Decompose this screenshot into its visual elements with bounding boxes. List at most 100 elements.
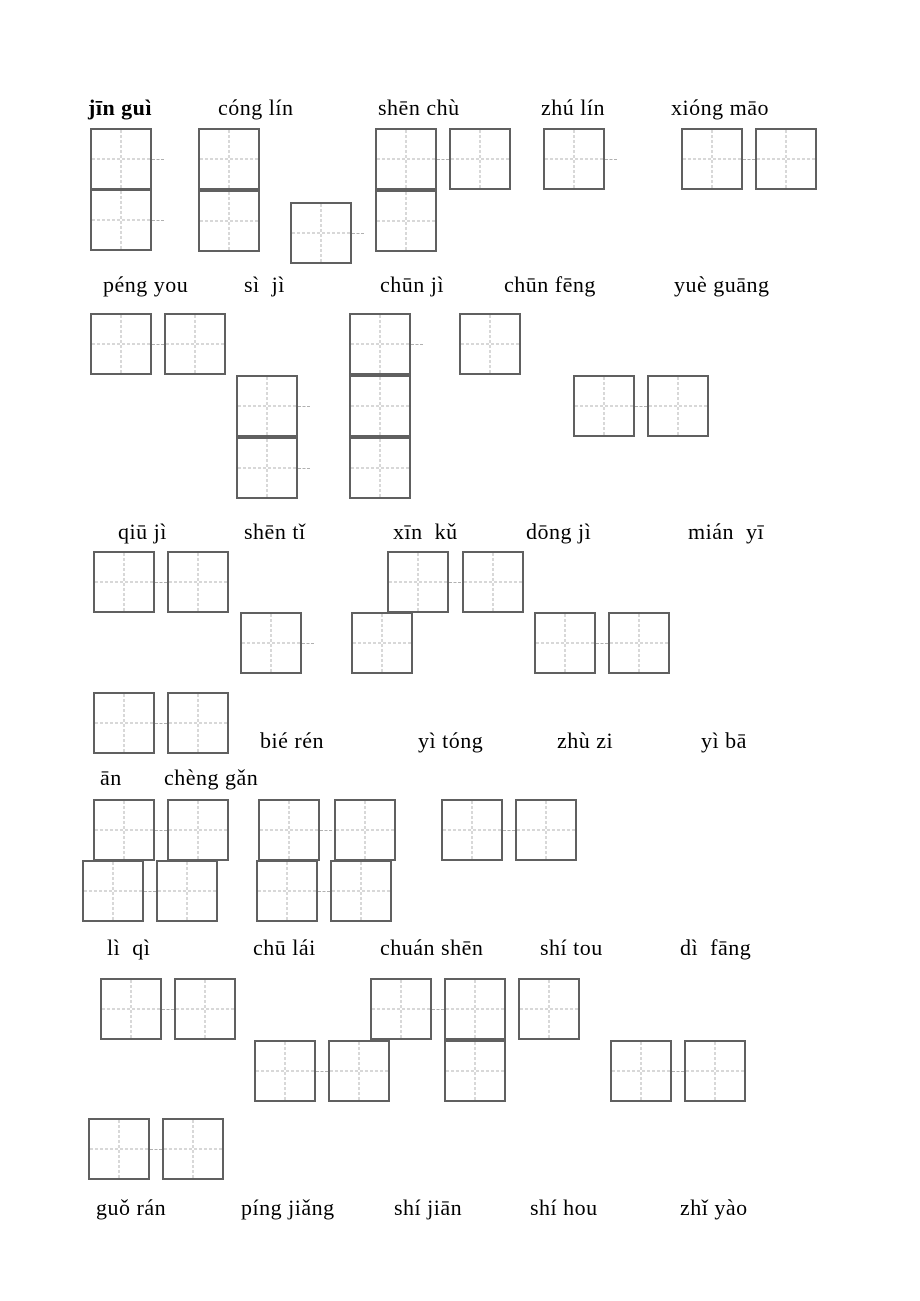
writing-box[interactable]	[441, 799, 503, 861]
writing-box[interactable]	[449, 128, 511, 190]
writing-box[interactable]	[387, 551, 449, 613]
writing-box[interactable]	[290, 202, 352, 264]
writing-box[interactable]	[174, 978, 236, 1040]
box-join	[318, 891, 330, 892]
box-join	[605, 159, 617, 160]
writing-box[interactable]	[684, 1040, 746, 1102]
writing-box[interactable]	[93, 692, 155, 754]
writing-box[interactable]	[334, 799, 396, 861]
box-join	[152, 220, 164, 221]
pinyin-xin-ku: xīn kǔ	[393, 519, 458, 545]
writing-box[interactable]	[167, 692, 229, 754]
writing-box[interactable]	[88, 1118, 150, 1180]
writing-box[interactable]	[167, 551, 229, 613]
writing-box[interactable]	[90, 313, 152, 375]
pinyin-yue-guang: yuè guāng	[674, 272, 770, 298]
writing-box[interactable]	[90, 128, 152, 190]
box-join	[155, 830, 167, 831]
writing-box[interactable]	[349, 437, 411, 499]
writing-box[interactable]	[328, 1040, 390, 1102]
pinyin-cong-lin: cóng lín	[218, 95, 294, 121]
pinyin-qiu-ji: qiū jì	[118, 519, 167, 545]
writing-box[interactable]	[462, 551, 524, 613]
writing-box[interactable]	[375, 128, 437, 190]
writing-box[interactable]	[755, 128, 817, 190]
box-join	[449, 582, 461, 583]
writing-box[interactable]	[681, 128, 743, 190]
box-join	[437, 159, 449, 160]
writing-box[interactable]	[93, 799, 155, 861]
writing-box[interactable]	[93, 551, 155, 613]
pinyin-dong-ji: dōng jì	[526, 519, 591, 545]
pinyin-li-qi: lì qì	[107, 935, 150, 961]
writing-box[interactable]	[375, 190, 437, 252]
pinyin-shi-hou: shí hou	[530, 1195, 598, 1221]
writing-box[interactable]	[349, 375, 411, 437]
pinyin-peng-you: péng you	[103, 272, 188, 298]
pinyin-chuan-shen: chuán shēn	[380, 935, 483, 961]
writing-box[interactable]	[610, 1040, 672, 1102]
pinyin-guo-ran: guǒ rán	[96, 1195, 166, 1221]
pinyin-xiong-mao: xióng māo	[671, 95, 769, 121]
writing-box[interactable]	[349, 313, 411, 375]
writing-box[interactable]	[164, 313, 226, 375]
writing-box[interactable]	[82, 860, 144, 922]
writing-box[interactable]	[515, 799, 577, 861]
writing-box[interactable]	[167, 799, 229, 861]
box-join	[596, 643, 608, 644]
writing-box[interactable]	[162, 1118, 224, 1180]
pinyin-yi-tong: yì tóng	[418, 728, 483, 754]
writing-box[interactable]	[198, 128, 260, 190]
writing-box[interactable]	[573, 375, 635, 437]
box-join	[155, 582, 167, 583]
writing-box[interactable]	[330, 860, 392, 922]
writing-box[interactable]	[518, 978, 580, 1040]
writing-box[interactable]	[444, 1040, 506, 1102]
box-join	[152, 159, 164, 160]
writing-box[interactable]	[370, 978, 432, 1040]
box-join	[635, 406, 647, 407]
pinyin-yi-ba: yì bā	[701, 728, 747, 754]
box-join	[150, 1149, 162, 1150]
writing-box[interactable]	[459, 313, 521, 375]
box-join	[162, 1009, 174, 1010]
box-join	[432, 1009, 444, 1010]
writing-box[interactable]	[90, 189, 152, 251]
writing-box[interactable]	[100, 978, 162, 1040]
writing-box[interactable]	[543, 128, 605, 190]
box-join	[503, 830, 515, 831]
pinyin-shen-ti: shēn tǐ	[244, 519, 306, 545]
pinyin-mian-yi: mián yī	[688, 519, 764, 545]
writing-box[interactable]	[647, 375, 709, 437]
writing-box[interactable]	[258, 799, 320, 861]
box-join	[672, 1071, 684, 1072]
pinyin-chun-ji: chūn jì	[380, 272, 444, 298]
box-join	[144, 891, 156, 892]
box-join	[352, 233, 364, 234]
pinyin-chu-lai: chū lái	[253, 935, 316, 961]
writing-box[interactable]	[608, 612, 670, 674]
pinyin-zhu-lin: zhú lín	[541, 95, 605, 121]
writing-box[interactable]	[254, 1040, 316, 1102]
writing-box[interactable]	[351, 612, 413, 674]
box-join	[743, 159, 755, 160]
writing-box[interactable]	[534, 612, 596, 674]
writing-box[interactable]	[444, 978, 506, 1040]
pinyin-bie-ren: bié rén	[260, 728, 324, 754]
pinyin-jin-gui: jīn guì	[88, 95, 152, 121]
writing-box[interactable]	[240, 612, 302, 674]
box-join	[152, 344, 164, 345]
writing-box[interactable]	[256, 860, 318, 922]
writing-box[interactable]	[236, 437, 298, 499]
pinyin-chun-feng: chūn fēng	[504, 272, 596, 298]
pinyin-shi-tou: shí tou	[540, 935, 603, 961]
pinyin-shi-jian: shí jiān	[394, 1195, 462, 1221]
box-join	[298, 468, 310, 469]
writing-box[interactable]	[236, 375, 298, 437]
writing-box[interactable]	[198, 190, 260, 252]
writing-box[interactable]	[156, 860, 218, 922]
box-join	[298, 406, 310, 407]
pinyin-cheng-gan: chèng gǎn	[164, 765, 258, 791]
pinyin-zhu-zi: zhù zi	[557, 728, 613, 754]
pinyin-an: ān	[100, 765, 122, 791]
